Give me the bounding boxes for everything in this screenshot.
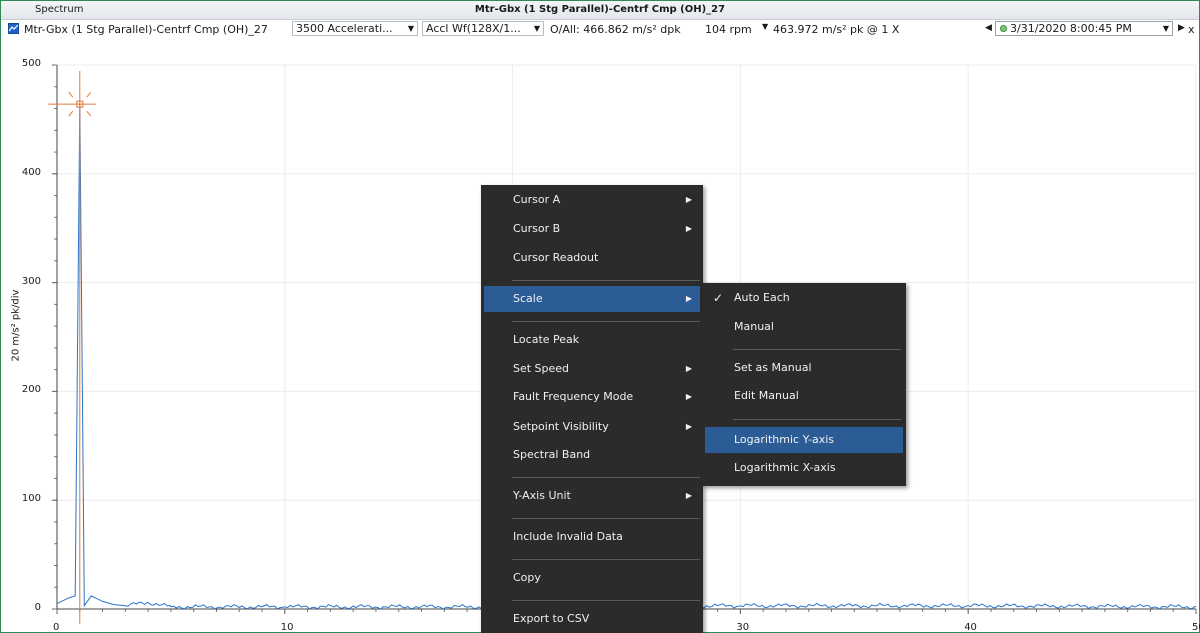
- y-tick-label: 500: [21, 58, 41, 69]
- menu-separator: [512, 321, 700, 322]
- submenu-arrow-icon: ▶: [685, 422, 692, 431]
- menu-item-include-invalid-data[interactable]: Include Invalid Data: [484, 524, 700, 550]
- menu-item-cursor-a[interactable]: Cursor A ▶: [484, 187, 700, 213]
- menu-item-label: Cursor Readout: [513, 251, 599, 264]
- y-tick-label: 300: [21, 275, 41, 287]
- menu-item-logarithmic-y-axis[interactable]: Logarithmic Y-axis: [705, 427, 903, 453]
- submenu-arrow-icon: ▶: [685, 195, 692, 204]
- menu-item-label: Y-Axis Unit: [513, 489, 571, 502]
- menu-item-manual[interactable]: Manual: [705, 314, 903, 340]
- cursor-sparkle: [86, 91, 92, 98]
- cursor-sparkle: [68, 110, 74, 117]
- menu-item-label: Spectral Band: [513, 448, 591, 461]
- menu-item-fault-frequency-mode[interactable]: Fault Frequency Mode ▶: [484, 384, 700, 410]
- menu-separator: [512, 600, 700, 601]
- cursor-sparkle: [68, 91, 74, 98]
- menu-item-export-to-csv[interactable]: Export to CSV: [484, 606, 700, 632]
- menu-item-label: Export to CSV: [513, 612, 590, 625]
- menu-separator: [733, 419, 901, 420]
- y-tick-label: 0: [34, 602, 41, 613]
- submenu-arrow-icon: ▶: [685, 392, 692, 401]
- menu-item-label: Manual: [734, 320, 774, 333]
- menu-separator: [733, 349, 901, 350]
- menu-item-label: Set Speed: [513, 362, 570, 375]
- menu-separator: [512, 559, 700, 560]
- menu-item-logarithmic-x-axis[interactable]: Logarithmic X-axis: [705, 455, 903, 481]
- menu-item-label: Fault Frequency Mode: [513, 390, 634, 403]
- menu-separator: [512, 477, 700, 478]
- menu-item-copy[interactable]: Copy: [484, 565, 700, 591]
- menu-item-label: Set as Manual: [734, 361, 812, 374]
- menu-item-auto-each[interactable]: ✓ Auto Each: [705, 285, 903, 311]
- menu-item-setpoint-visibility[interactable]: Setpoint Visibility ▶: [484, 414, 700, 440]
- y-tick-label: 100: [21, 493, 41, 505]
- menu-item-label: Cursor B: [513, 222, 561, 235]
- menu-item-y-axis-unit[interactable]: Y-Axis Unit ▶: [484, 483, 700, 509]
- y-tick-label: 200: [21, 384, 41, 396]
- menu-item-label: Logarithmic Y-axis: [734, 433, 834, 446]
- submenu-arrow-icon: ▶: [685, 224, 692, 233]
- x-tick-label: 50: [1192, 622, 1200, 633]
- submenu-arrow-icon: ▶: [685, 294, 692, 303]
- menu-item-label: Logarithmic X-axis: [734, 461, 836, 474]
- x-tick-label: 10: [280, 622, 294, 633]
- menu-item-label: Locate Peak: [513, 333, 580, 346]
- y-tick-label: 400: [21, 166, 41, 178]
- menu-item-scale[interactable]: Scale ▶: [484, 286, 700, 312]
- submenu-arrow-icon: ▶: [685, 491, 692, 500]
- menu-item-label: Edit Manual: [734, 389, 799, 402]
- scale-submenu: ✓ Auto Each Manual Set as Manual Edit Ma…: [702, 283, 906, 486]
- menu-item-locate-peak[interactable]: Locate Peak: [484, 327, 700, 353]
- menu-item-label: Cursor A: [513, 193, 561, 206]
- menu-item-label: Copy: [513, 571, 541, 584]
- x-tick-label: 0: [53, 622, 60, 633]
- menu-separator: [512, 518, 700, 519]
- submenu-arrow-icon: ▶: [685, 364, 692, 373]
- menu-item-label: Scale: [513, 292, 543, 305]
- y-axis-title: 20 m/s² pk/div: [10, 289, 22, 362]
- menu-item-cursor-b[interactable]: Cursor B ▶: [484, 216, 700, 242]
- menu-item-label: Include Invalid Data: [513, 530, 623, 543]
- menu-item-label: Setpoint Visibility: [513, 420, 609, 433]
- menu-item-set-as-manual[interactable]: Set as Manual: [705, 355, 903, 381]
- check-icon: ✓: [713, 291, 724, 305]
- menu-item-label: Auto Each: [734, 291, 790, 304]
- menu-separator: [512, 280, 700, 281]
- menu-item-set-speed[interactable]: Set Speed ▶: [484, 356, 700, 382]
- cursor-sparkle: [86, 110, 92, 117]
- x-tick-label: 30: [736, 622, 750, 633]
- context-menu: Cursor A ▶ Cursor B ▶ Cursor Readout Sca…: [481, 185, 703, 633]
- menu-item-cursor-readout[interactable]: Cursor Readout: [484, 245, 700, 271]
- x-tick-label: 40: [964, 622, 977, 633]
- menu-item-edit-manual[interactable]: Edit Manual: [705, 383, 903, 409]
- menu-item-spectral-band[interactable]: Spectral Band: [484, 442, 700, 468]
